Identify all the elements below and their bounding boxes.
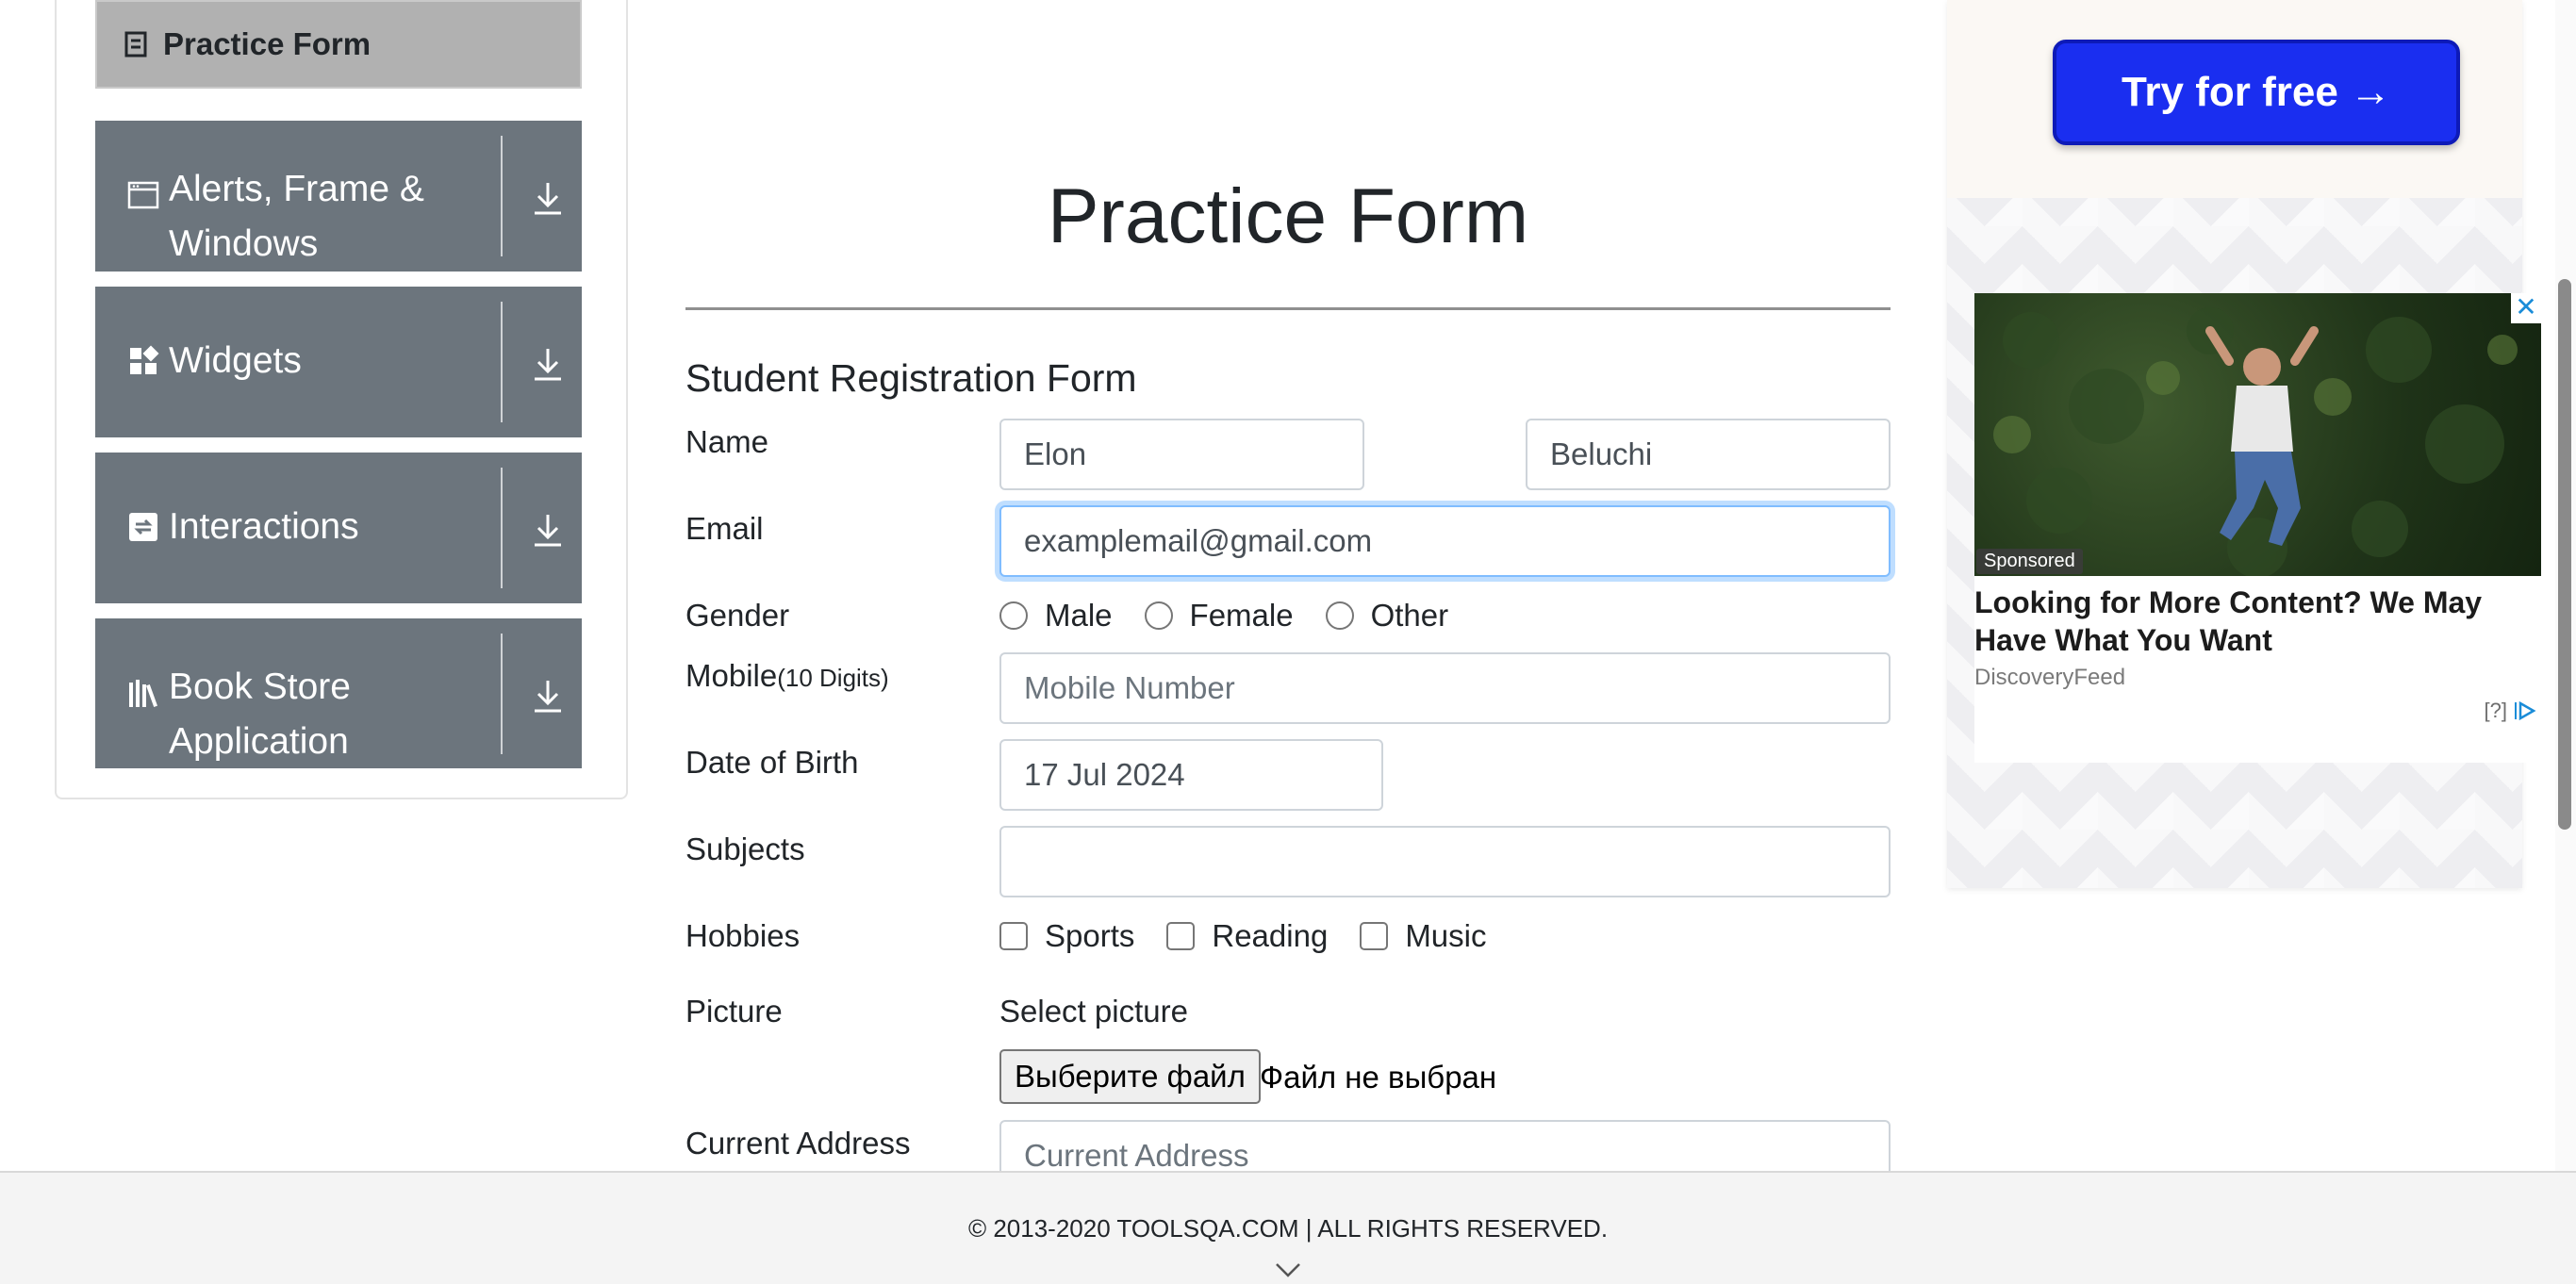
- divider: [501, 302, 503, 422]
- try-for-free-button[interactable]: Try for free →: [2053, 40, 2460, 145]
- divider: [501, 468, 503, 588]
- page-title: Practice Form: [1047, 173, 1529, 259]
- scrollbar-thumb[interactable]: [2558, 279, 2571, 830]
- checkbox-label: Sports: [1045, 918, 1135, 953]
- close-icon[interactable]: ✕: [2511, 293, 2541, 323]
- sidebar-item-practice-form[interactable]: Practice Form: [95, 0, 582, 89]
- mobile-label-text: Mobile: [685, 658, 778, 693]
- file-status: Файл не выбран: [1260, 1060, 1497, 1095]
- radio-other[interactable]: [1325, 601, 1354, 630]
- ad-source[interactable]: DiscoveryFeed: [1974, 665, 2125, 691]
- subjects-input[interactable]: [999, 826, 1891, 897]
- ad-photo: [1993, 307, 2518, 576]
- sidebar-item-label: Practice Form: [163, 26, 372, 61]
- checkbox-label: Music: [1405, 918, 1487, 953]
- download-icon[interactable]: [531, 511, 565, 549]
- gender-female-option[interactable]: Female: [1144, 598, 1294, 634]
- adchoices-icon: [2515, 700, 2536, 721]
- mobile-hint: (10 Digits): [777, 664, 889, 692]
- books-icon: [129, 680, 157, 707]
- footer-text: © 2013-2020 TOOLSQA.COM | ALL RIGHTS RES…: [967, 1214, 1609, 1243]
- group-header-interactions[interactable]: Interactions: [95, 453, 582, 603]
- group-label: Alerts, Frame & Windows: [169, 169, 424, 264]
- widgets-icon: [130, 345, 159, 374]
- form-icon: [124, 31, 147, 58]
- hobby-sports-option[interactable]: Sports: [999, 918, 1134, 954]
- divider: [501, 136, 503, 256]
- download-icon[interactable]: [531, 345, 565, 383]
- radio-label: Female: [1189, 598, 1294, 633]
- email-input[interactable]: [999, 505, 1891, 577]
- hobby-reading-option[interactable]: Reading: [1166, 918, 1328, 954]
- download-icon[interactable]: [531, 179, 565, 217]
- first-name-input[interactable]: [999, 419, 1364, 490]
- hobbies-options: Sports Reading Music: [999, 918, 1519, 954]
- footer: © 2013-2020 TOOLSQA.COM | ALL RIGHTS RES…: [0, 1171, 2576, 1284]
- interactions-icon: [129, 513, 157, 541]
- ad-choices-label: [?]: [2484, 699, 2507, 722]
- hobbies-label: Hobbies: [685, 918, 801, 953]
- choose-file-button[interactable]: Выберите файл: [999, 1049, 1261, 1104]
- checkbox-sports[interactable]: [999, 922, 1028, 950]
- radio-male[interactable]: [999, 601, 1028, 630]
- ad-choices[interactable]: [?]: [2485, 699, 2537, 723]
- gender-label: Gender: [685, 598, 790, 633]
- title-divider: [685, 307, 1891, 310]
- name-label: Name: [685, 424, 769, 459]
- group-label: Book Store Application: [169, 667, 351, 762]
- gender-other-option[interactable]: Other: [1325, 598, 1449, 634]
- group-header-book-store[interactable]: Book Store Application: [95, 618, 582, 768]
- form-heading: Student Registration Form: [685, 356, 1137, 400]
- ad-headline[interactable]: Looking for More Content? We May Have Wh…: [1974, 584, 2531, 659]
- chevron-down-icon[interactable]: [1275, 1261, 1301, 1278]
- hobby-music-option[interactable]: Music: [1360, 918, 1487, 954]
- radio-label: Other: [1370, 598, 1449, 633]
- ad-image[interactable]: ✕ Sponsored: [1974, 293, 2541, 576]
- divider: [501, 634, 503, 754]
- gender-options: Male Female Other: [999, 598, 1480, 634]
- gender-male-option[interactable]: Male: [999, 598, 1113, 634]
- subjects-label: Subjects: [685, 831, 805, 866]
- checkbox-label: Reading: [1212, 918, 1329, 953]
- sponsored-badge: Sponsored: [1976, 549, 2083, 574]
- radio-label: Male: [1045, 598, 1113, 633]
- last-name-input[interactable]: [1526, 419, 1891, 490]
- current-address-label: Current Address: [685, 1126, 911, 1161]
- dob-label: Date of Birth: [685, 745, 859, 780]
- picture-label: Picture: [685, 994, 783, 1029]
- checkbox-music[interactable]: [1360, 922, 1389, 950]
- mobile-label: Mobile(10 Digits): [685, 658, 889, 694]
- group-header-alerts-frame-windows[interactable]: Alerts, Frame & Windows: [95, 121, 582, 272]
- radio-female[interactable]: [1144, 601, 1173, 630]
- group-label: Widgets: [169, 340, 302, 381]
- download-icon[interactable]: [531, 677, 565, 715]
- email-label: Email: [685, 511, 764, 546]
- group-label: Interactions: [169, 506, 359, 547]
- group-header-widgets[interactable]: Widgets: [95, 287, 582, 437]
- checkbox-reading[interactable]: [1166, 922, 1196, 950]
- mobile-input[interactable]: [999, 652, 1891, 724]
- date-of-birth-input[interactable]: [999, 739, 1383, 811]
- select-picture-text: Select picture: [999, 994, 1188, 1029]
- window-icon: [127, 181, 159, 209]
- ad-card[interactable]: ✕ Sponsored Looking for More Content? We…: [1974, 293, 2541, 763]
